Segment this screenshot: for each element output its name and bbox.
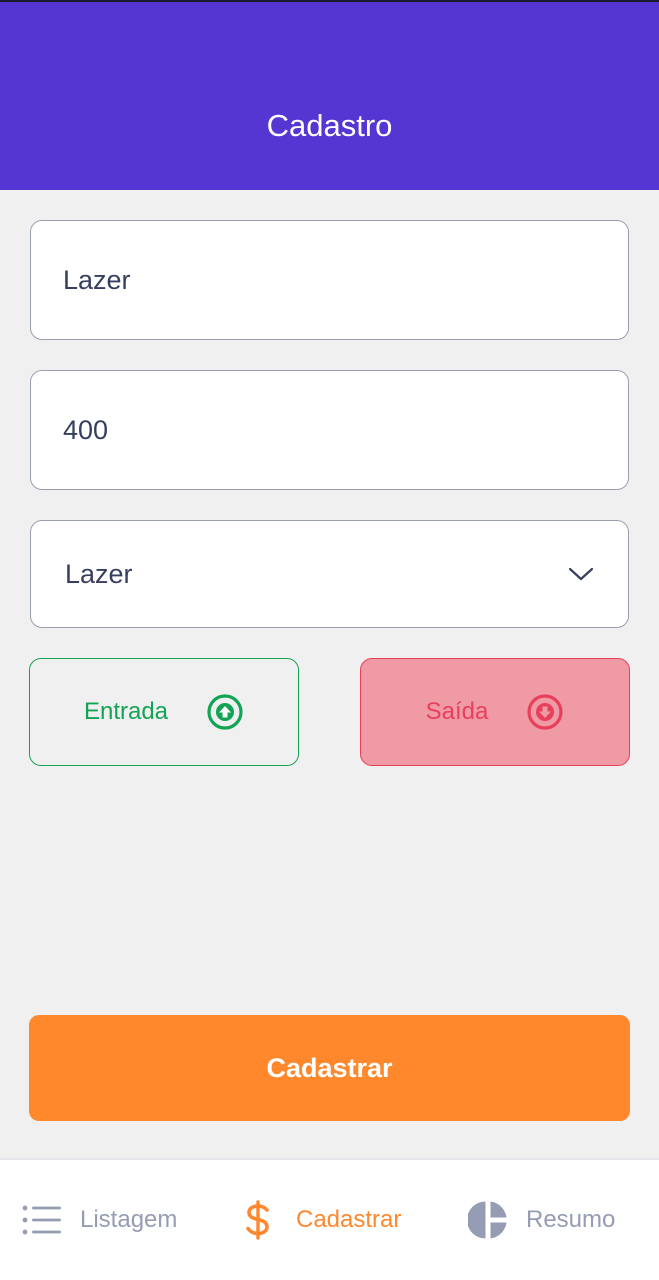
page-title: Cadastro	[266, 108, 393, 143]
bottom-tab-bar: Listagem Cadastrar Resumo	[0, 1158, 659, 1280]
tab-listagem[interactable]: Listagem	[22, 1160, 177, 1280]
chevron-down-icon	[568, 561, 594, 587]
tab-cadastrar[interactable]: Cadastrar	[244, 1160, 401, 1280]
dollar-sign-icon	[244, 1200, 272, 1240]
tab-cadastrar-label: Cadastrar	[296, 1206, 402, 1233]
amount-input[interactable]: 400	[30, 370, 629, 490]
income-type-button[interactable]: Entrada	[29, 658, 299, 766]
pie-chart-icon	[468, 1200, 508, 1240]
tab-resumo-label: Resumo	[526, 1206, 616, 1233]
amount-input-value: 400	[63, 414, 109, 445]
category-select[interactable]: Lazer	[30, 520, 629, 628]
list-icon	[22, 1204, 62, 1236]
name-input-value: Lazer	[63, 264, 131, 295]
tab-listagem-label: Listagem	[80, 1206, 178, 1233]
outcome-type-button[interactable]: Saída	[360, 658, 630, 766]
tab-resumo[interactable]: Resumo	[468, 1160, 615, 1280]
arrow-down-circle-icon	[526, 693, 564, 731]
name-input[interactable]: Lazer	[30, 220, 629, 340]
submit-button[interactable]: Cadastrar	[29, 1015, 630, 1121]
income-type-label: Entrada	[83, 698, 169, 725]
category-select-value: Lazer	[65, 558, 133, 589]
header: Cadastro	[0, 2, 659, 190]
arrow-up-circle-icon	[206, 693, 244, 731]
outcome-type-label: Saída	[425, 698, 489, 725]
